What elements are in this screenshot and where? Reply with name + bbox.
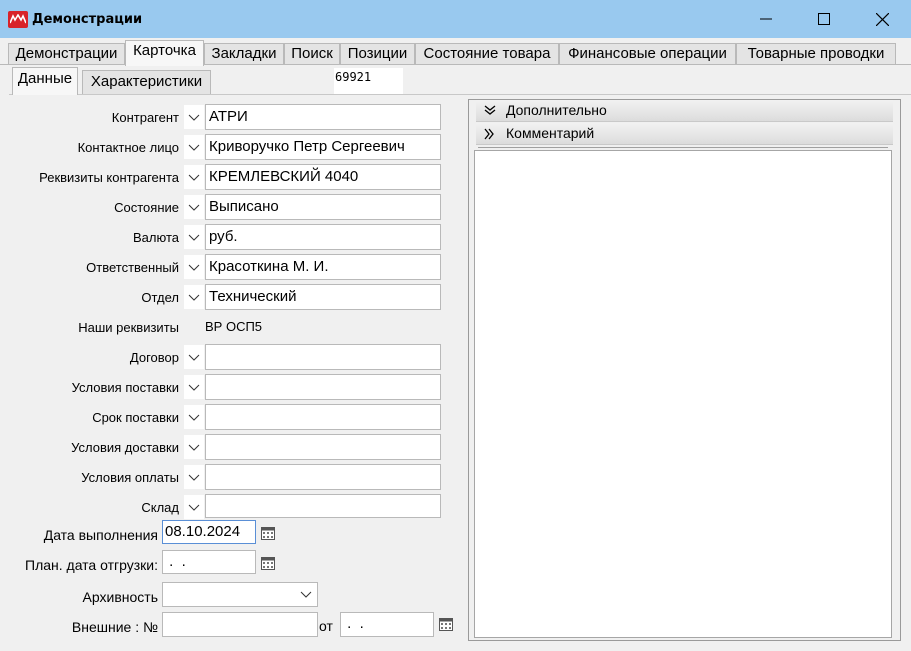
- minimize-button[interactable]: [737, 0, 795, 38]
- tab-demonstrations[interactable]: Демонстрации: [8, 43, 125, 65]
- comment-divider: [478, 147, 888, 148]
- contract-dropdown[interactable]: [184, 345, 204, 369]
- tab-bookmarks[interactable]: Закладки: [204, 43, 284, 65]
- tab-search[interactable]: Поиск: [284, 43, 340, 65]
- tab-financial-operations[interactable]: Финансовые операции: [559, 43, 736, 65]
- calendar-icon[interactable]: [439, 617, 453, 631]
- external-date-input[interactable]: . .: [340, 612, 434, 637]
- delivery-terms-dropdown[interactable]: [184, 375, 204, 399]
- tab-goods-postings[interactable]: Товарные проводки: [736, 43, 896, 65]
- responsible-field[interactable]: Красоткина М. И.: [205, 254, 441, 280]
- tab-goods-state[interactable]: Состояние товара: [415, 43, 559, 65]
- currency-dropdown[interactable]: [184, 225, 204, 249]
- comment-section-label: Комментарий: [506, 125, 595, 141]
- chevron-down-icon: [188, 174, 200, 181]
- department-field[interactable]: Технический: [205, 284, 441, 310]
- ship-date-input[interactable]: . .: [162, 550, 256, 574]
- warehouse-label: Склад: [141, 500, 179, 515]
- counterparty-details-dropdown[interactable]: [184, 165, 204, 189]
- chevron-down-icon: [188, 294, 200, 301]
- contract-label: Договор: [129, 350, 179, 365]
- payment-terms-label: Условия оплаты: [81, 470, 179, 485]
- chevron-down-icon: [188, 204, 200, 211]
- responsible-label: Ответственный: [86, 260, 179, 275]
- contact-person-field[interactable]: Криворучко Петр Сергеевич: [205, 134, 441, 160]
- subtab-data[interactable]: Данные: [12, 67, 78, 95]
- shipping-terms-dropdown[interactable]: [184, 435, 204, 459]
- app-logo-icon: [8, 11, 28, 28]
- currency-label: Валюта: [133, 230, 179, 245]
- contact-person-dropdown[interactable]: [184, 135, 204, 159]
- department-dropdown[interactable]: [184, 285, 204, 309]
- chevron-down-icon: [188, 444, 200, 451]
- our-details-label: Наши реквизиты: [78, 320, 179, 335]
- warehouse-field[interactable]: [205, 494, 441, 518]
- title-bar: Демонстрации: [0, 0, 911, 38]
- counterparty-label: Контрагент: [111, 110, 179, 125]
- currency-field[interactable]: руб.: [205, 224, 441, 250]
- responsible-dropdown[interactable]: [184, 255, 204, 279]
- subtab-characteristics[interactable]: Характеристики: [82, 70, 211, 94]
- comment-section-header[interactable]: Комментарий: [476, 123, 893, 145]
- external-number-label: Внешние : №: [71, 619, 158, 635]
- shipping-terms-label: Условия доставки: [71, 440, 179, 455]
- counterparty-details-field[interactable]: КРЕМЛЕВСКИЙ 4040: [205, 164, 441, 190]
- state-dropdown[interactable]: [184, 195, 204, 219]
- counterparty-field[interactable]: АТРИ: [205, 104, 441, 130]
- chevron-down-icon: [188, 504, 200, 511]
- our-details-value: ВР ОСП5: [205, 319, 263, 334]
- calendar-icon[interactable]: [261, 556, 275, 570]
- contract-field[interactable]: [205, 344, 441, 370]
- maximize-icon: [818, 13, 830, 25]
- counterparty-details-label: Реквизиты контрагента: [39, 170, 179, 185]
- exec-date-input[interactable]: 08.10.2024: [162, 520, 256, 544]
- external-number-input[interactable]: [162, 612, 318, 637]
- document-number: 69921: [334, 68, 403, 94]
- shipping-terms-field[interactable]: [205, 434, 441, 460]
- tab-card[interactable]: Карточка: [125, 40, 204, 66]
- payment-terms-field[interactable]: [205, 464, 441, 490]
- chevron-down-icon: [188, 414, 200, 421]
- payment-terms-dropdown[interactable]: [184, 465, 204, 489]
- delivery-period-dropdown[interactable]: [184, 405, 204, 429]
- tab-positions[interactable]: Позиции: [340, 43, 415, 65]
- delivery-period-field[interactable]: [205, 404, 441, 430]
- chevron-down-icon: [188, 384, 200, 391]
- contact-person-label: Контактное лицо: [77, 140, 179, 155]
- ship-date-label: План. дата отгрузки:: [25, 557, 158, 573]
- counterparty-dropdown[interactable]: [184, 105, 204, 129]
- chevron-down-icon: [188, 474, 200, 481]
- comment-textarea[interactable]: [474, 150, 892, 638]
- state-label: Состояние: [114, 200, 179, 215]
- department-label: Отдел: [141, 290, 179, 305]
- chevron-down-icon: [188, 264, 200, 271]
- minimize-icon: [760, 18, 772, 20]
- state-field[interactable]: Выписано: [205, 194, 441, 220]
- chevron-down-icon: [300, 591, 312, 598]
- calendar-icon[interactable]: [261, 526, 275, 540]
- delivery-period-label: Срок поставки: [92, 410, 179, 425]
- close-button[interactable]: [853, 0, 911, 38]
- window-title: Демонстрации: [32, 12, 143, 27]
- chevron-down-icon: [484, 105, 496, 115]
- chevron-down-icon: [188, 144, 200, 151]
- maximize-button[interactable]: [795, 0, 853, 38]
- additional-section-header[interactable]: Дополнительно: [476, 100, 893, 122]
- delivery-terms-field[interactable]: [205, 374, 441, 400]
- chevron-right-icon: [484, 128, 494, 140]
- archive-select[interactable]: [162, 582, 318, 607]
- exec-date-label: Дата выполнения: [43, 527, 158, 543]
- close-icon: [875, 12, 889, 26]
- warehouse-dropdown[interactable]: [184, 495, 204, 519]
- chevron-down-icon: [188, 114, 200, 121]
- main-tabs: Демонстрации Карточка Закладки Поиск Поз…: [0, 40, 911, 66]
- additional-section-label: Дополнительно: [506, 102, 607, 118]
- chevron-down-icon: [188, 354, 200, 361]
- archive-label: Архивность: [82, 589, 158, 605]
- delivery-terms-label: Условия поставки: [71, 380, 179, 395]
- external-from-label: от: [319, 618, 333, 634]
- chevron-down-icon: [188, 234, 200, 241]
